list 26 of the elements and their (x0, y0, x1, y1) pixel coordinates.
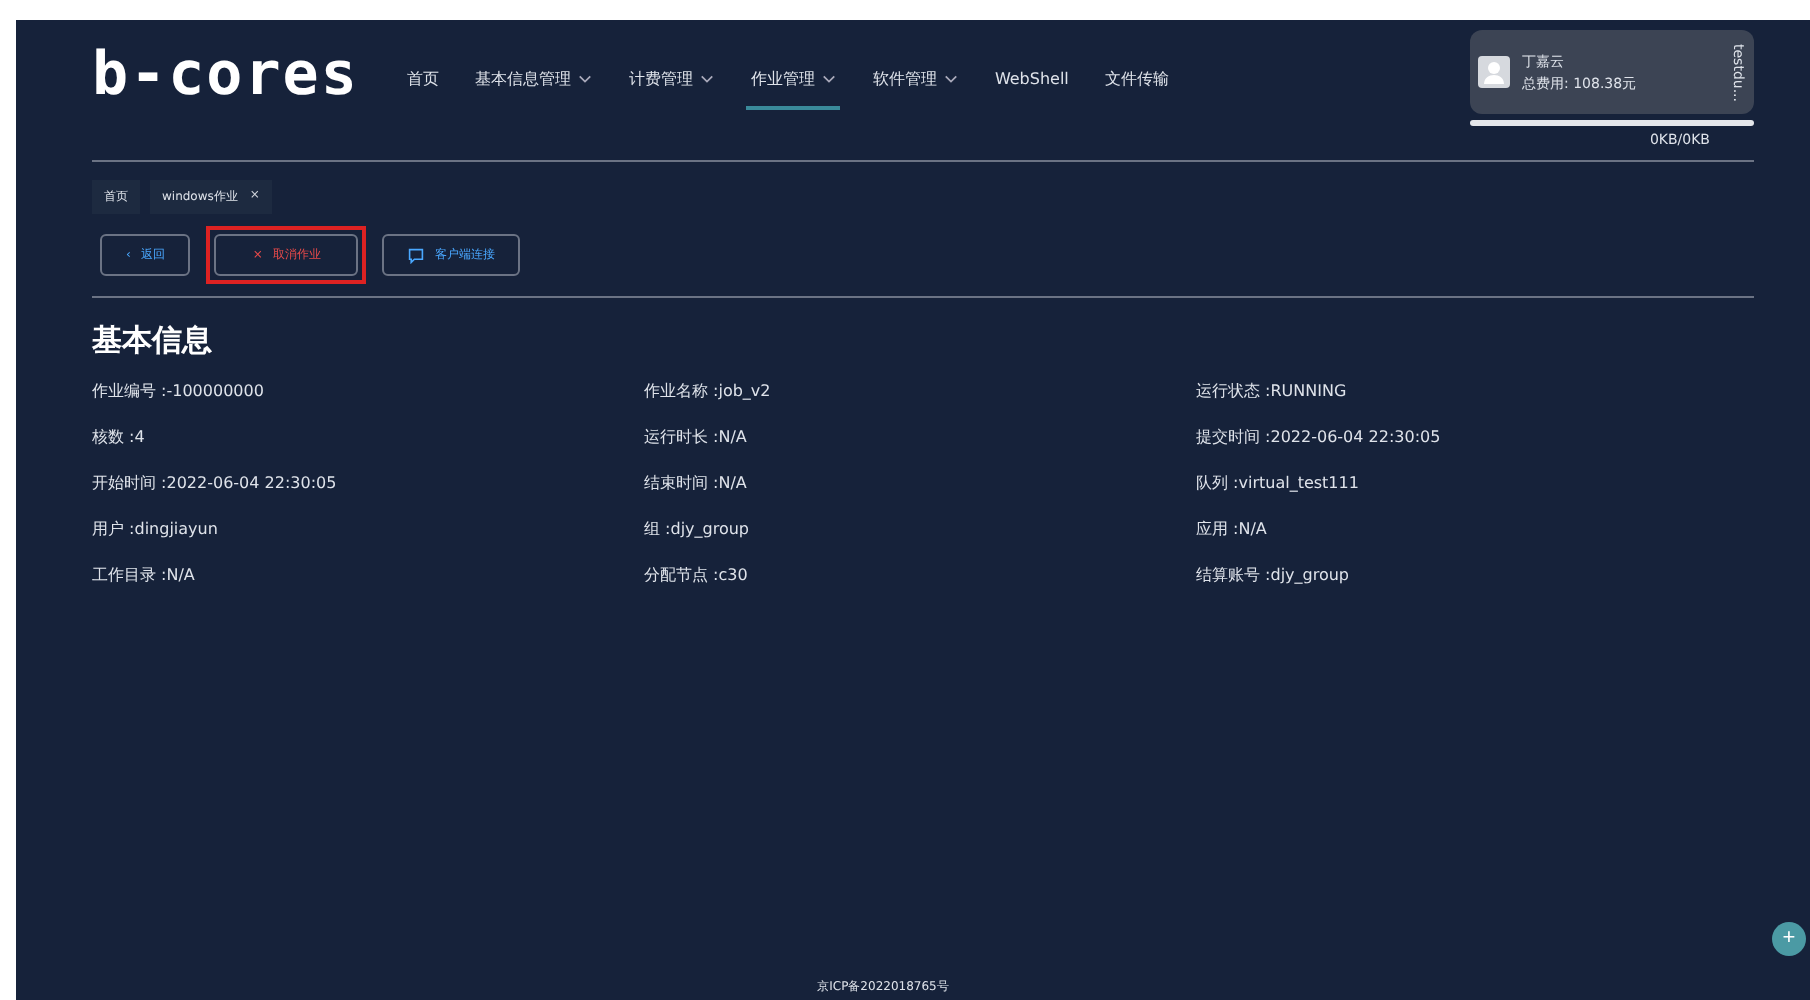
info-field: 分配节点 :c30 (644, 564, 1196, 586)
info-field: 结算账号 :djy_group (1196, 564, 1754, 586)
info-field: 队列 :virtual_test111 (1196, 472, 1754, 494)
section-title: 基本信息 (92, 322, 214, 360)
nav-item[interactable]: 作业管理 (746, 60, 841, 110)
nav-item[interactable]: 基本信息管理 (470, 60, 597, 110)
nav-item[interactable]: 文件传输 (1100, 60, 1173, 110)
info-field: 开始时间 :2022-06-04 22:30:05 (92, 472, 644, 494)
info-field: 运行状态 :RUNNING (1196, 380, 1754, 402)
info-field: 组 :djy_group (644, 518, 1196, 540)
avatar-icon (1478, 56, 1510, 88)
logo[interactable]: b-cores (92, 40, 359, 110)
nav-item[interactable]: 首页 (402, 60, 443, 110)
info-field: 用户 :dingjiayun (92, 518, 644, 540)
info-field: 核数 :4 (92, 426, 644, 448)
info-field: 结束时间 :N/A (644, 472, 1196, 494)
nav-item[interactable]: 计费管理 (624, 60, 719, 110)
info-field: 运行时长 :N/A (644, 426, 1196, 448)
info-field: 作业编号 :-100000000 (92, 380, 644, 402)
info-field: 提交时间 :2022-06-04 22:30:05 (1196, 426, 1754, 448)
nav-item[interactable]: WebShell (990, 60, 1073, 110)
nav-item[interactable]: 软件管理 (868, 60, 963, 110)
info-field: 工作目录 :N/A (92, 564, 644, 586)
info-field: 应用 :N/A (1196, 518, 1754, 540)
chat-icon (408, 247, 425, 263)
info-field: 作业名称 :job_v2 (644, 380, 1196, 402)
